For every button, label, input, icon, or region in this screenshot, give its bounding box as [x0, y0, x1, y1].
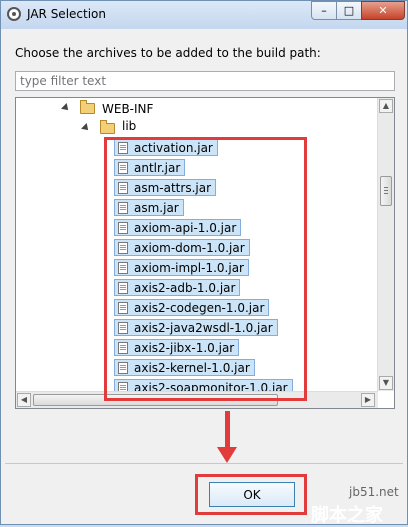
- expand-arrow-icon[interactable]: [61, 103, 71, 113]
- prompt-label: Choose the archives to be added to the b…: [15, 46, 321, 60]
- filter-input[interactable]: [15, 71, 395, 91]
- annotation-arrow-shaft: [225, 411, 230, 451]
- expand-arrow-icon[interactable]: [81, 123, 91, 133]
- vertical-scrollbar[interactable]: ▲ ▼: [377, 98, 394, 391]
- annotation-arrow-icon: [217, 447, 237, 463]
- button-bar-divider: [5, 463, 403, 464]
- watermark-site: jb51.net: [349, 485, 399, 499]
- maximize-button[interactable]: □: [336, 1, 362, 20]
- tree-node-label: WEB-INF: [102, 102, 154, 116]
- window-title: JAR Selection: [27, 7, 106, 21]
- annotation-highlight-box: [104, 137, 307, 401]
- folder-open-icon: [100, 120, 115, 134]
- tree-node-label: lib: [122, 119, 137, 133]
- jar-selection-window: JAR Selection – □ ✕ Choose the archives …: [0, 0, 408, 526]
- scroll-left-arrow-icon[interactable]: ◀: [17, 393, 31, 407]
- watermark-cn: 脚本之家: [311, 505, 383, 526]
- title-bar[interactable]: JAR Selection – □ ✕: [1, 1, 407, 29]
- scroll-right-arrow-icon[interactable]: ▶: [361, 393, 375, 407]
- folder-open-icon: [80, 100, 95, 114]
- scroll-up-arrow-icon[interactable]: ▲: [379, 99, 393, 113]
- ok-button[interactable]: OK: [209, 482, 295, 507]
- eclipse-icon: [7, 7, 21, 21]
- scroll-down-arrow-icon[interactable]: ▼: [379, 376, 393, 390]
- vertical-scroll-thumb[interactable]: [380, 176, 392, 206]
- close-button[interactable]: ✕: [361, 1, 405, 20]
- minimize-button[interactable]: –: [311, 1, 337, 20]
